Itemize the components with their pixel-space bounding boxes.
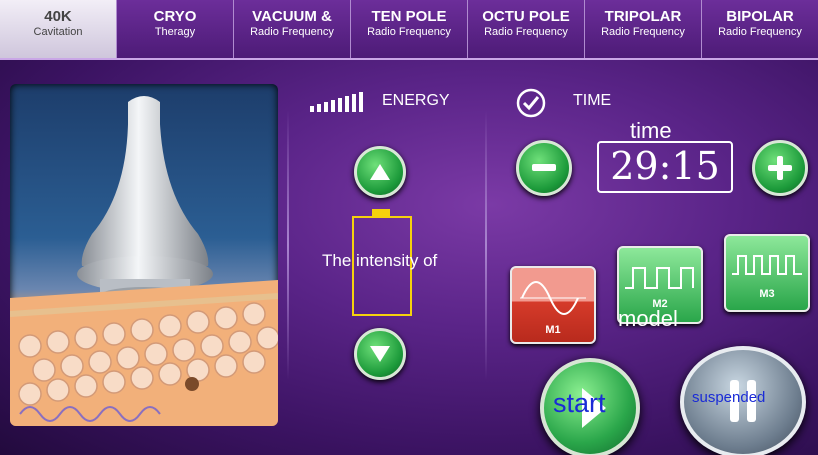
- start-annotation: start: [553, 388, 606, 418]
- mode-tab-bar: 40K Cavitation CRYO Theragy VACUUM & Rad…: [0, 0, 818, 60]
- tab-vacuum-rf[interactable]: VACUUM & Radio Frequency: [234, 0, 351, 58]
- energy-label: ENERGY: [382, 92, 450, 109]
- mode-m3-button[interactable]: M3: [724, 234, 810, 312]
- tab-subtitle: Cavitation: [33, 26, 83, 38]
- tab-title: TRIPOLAR: [604, 8, 682, 25]
- mode-m1-button[interactable]: M1: [510, 266, 596, 344]
- signal-bars-icon: [310, 92, 363, 112]
- energy-up-button[interactable]: [354, 146, 406, 198]
- mode-annotation: model: [618, 306, 678, 331]
- tab-subtitle: Radio Frequency: [367, 26, 451, 38]
- suspend-annotation: suspended: [692, 389, 766, 406]
- tab-title: 40K: [44, 8, 72, 25]
- time-decrease-button[interactable]: [516, 140, 572, 196]
- tab-title: OCTU POLE: [482, 8, 570, 25]
- tab-tripolar-rf[interactable]: TRIPOLAR Radio Frequency: [585, 0, 702, 58]
- mode-m3-label: M3: [759, 288, 775, 300]
- tab-subtitle: Theragy: [154, 26, 196, 38]
- tab-title: BIPOLAR: [726, 8, 794, 25]
- gauge-cap: [372, 209, 390, 216]
- energy-annotation: The intensity of: [322, 251, 438, 270]
- tab-ten-pole-rf[interactable]: TEN POLE Radio Frequency: [351, 0, 468, 58]
- panel-divider: [287, 110, 289, 380]
- tab-subtitle: Radio Frequency: [718, 26, 802, 38]
- tab-subtitle: Radio Frequency: [250, 26, 334, 38]
- time-display: 29:15: [597, 141, 733, 193]
- tab-cryo[interactable]: CRYO Theragy: [117, 0, 234, 58]
- time-increase-button[interactable]: [752, 140, 808, 196]
- tab-octu-pole-rf[interactable]: OCTU POLE Radio Frequency: [468, 0, 585, 58]
- tab-subtitle: Radio Frequency: [601, 26, 685, 38]
- treatment-illustration: [10, 84, 278, 426]
- tab-title: VACUUM &: [252, 8, 332, 25]
- tab-subtitle: Radio Frequency: [484, 26, 568, 38]
- mode-m1-label: M1: [545, 324, 561, 336]
- minus-icon: [532, 164, 556, 171]
- tab-bipolar-rf[interactable]: BIPOLAR Radio Frequency: [702, 0, 818, 58]
- device-screen: 40K Cavitation CRYO Theragy VACUUM & Rad…: [0, 0, 818, 455]
- plus-icon: [768, 156, 792, 180]
- tab-title: TEN POLE: [371, 8, 447, 25]
- down-arrow-icon: [370, 346, 390, 362]
- cavitation-probe-image: [10, 96, 278, 426]
- energy-down-button[interactable]: [354, 328, 406, 380]
- checkmark-icon: [516, 88, 546, 118]
- tab-cavitation[interactable]: 40K Cavitation: [0, 0, 117, 58]
- time-label: TIME: [573, 92, 612, 109]
- tab-title: CRYO: [153, 8, 197, 25]
- panel-divider: [485, 110, 487, 380]
- up-arrow-icon: [370, 164, 390, 180]
